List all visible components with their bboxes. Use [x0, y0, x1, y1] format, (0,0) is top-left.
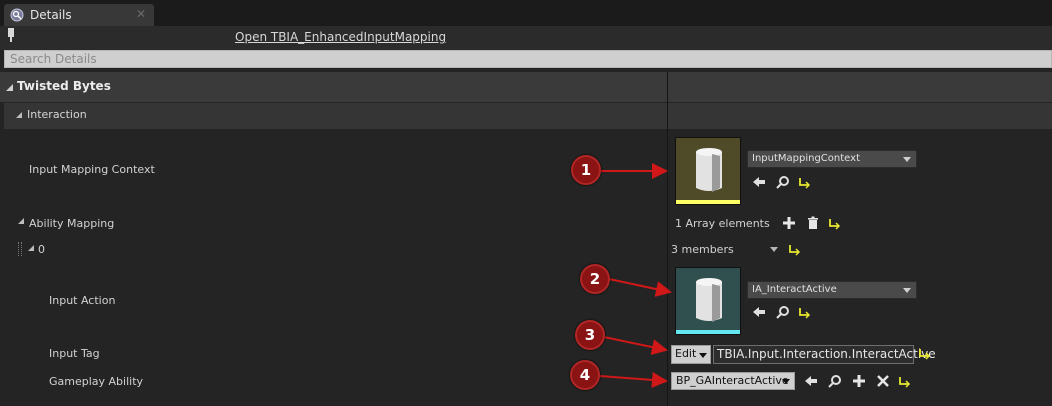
annotation-badge-2: 2 [580, 264, 610, 294]
annotation-badge-1: 1 [571, 155, 601, 185]
annotation-badge-4: 4 [570, 360, 600, 390]
arrow-4 [599, 371, 668, 388]
annotation-badge-3: 3 [575, 320, 605, 350]
arrow-3 [603, 336, 668, 355]
annotation-arrows [599, 163, 672, 388]
arrow-2 [608, 278, 672, 297]
